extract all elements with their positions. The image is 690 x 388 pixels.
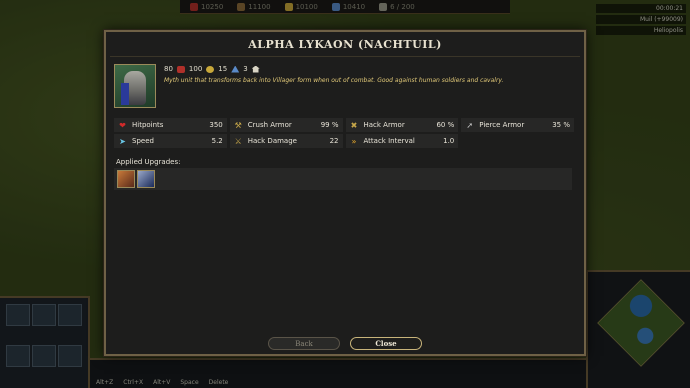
stat-label: Crush Armor — [247, 121, 292, 129]
stat-empty — [461, 134, 574, 148]
stat-value: 99 % — [320, 121, 339, 129]
stat-label: Hack Armor — [363, 121, 405, 129]
unit-portrait — [114, 64, 156, 108]
crush-armor-icon: ⚒ — [234, 120, 242, 130]
close-button[interactable]: Close — [350, 337, 422, 350]
favor-cost-value: 3 — [243, 65, 248, 73]
upgrades-label: Applied Upgrades: — [116, 158, 181, 166]
gold-cost-value: 15 — [218, 65, 228, 73]
wood-cost-value: 100 — [188, 65, 203, 73]
unit-description: Myth unit that transforms back into Vill… — [164, 77, 504, 84]
heart-icon: ❤ — [119, 120, 126, 130]
stat-label: Speed — [132, 137, 154, 145]
stat-label: Attack Interval — [363, 137, 415, 145]
stat-attack-interval: » Attack Interval 1.0 — [345, 134, 459, 148]
hack-damage-icon: ⚔ — [234, 136, 242, 146]
pierce-armor-icon: ➚ — [466, 120, 474, 130]
stat-value: 60 % — [436, 121, 455, 129]
stat-value: 350 — [209, 121, 223, 129]
stat-label: Hack Damage — [247, 137, 297, 145]
stats-grid: ❤ Hitpoints 350 ⚒ Crush Armor 99 % ✖ Hac… — [114, 118, 574, 148]
stat-value: 22 — [329, 137, 339, 145]
stat-label: Pierce Armor — [479, 121, 525, 129]
unit-cost: 80 100 15 3 — [164, 65, 260, 73]
unit-info-dialog: ALPHA LYKAON (NACHTUIL) 80 100 15 3 Myth… — [104, 30, 586, 356]
stat-label: Hitpoints — [132, 121, 164, 129]
stat-value: 35 % — [552, 121, 570, 129]
stat-crush-armor: ⚒ Crush Armor 99 % — [229, 118, 343, 132]
favor-icon — [231, 65, 240, 73]
dialog-title: ALPHA LYKAON (NACHTUIL) — [248, 38, 442, 51]
upgrade-wolf-icon[interactable] — [137, 170, 155, 188]
stat-hack-damage: ⚔ Hack Damage 22 — [229, 134, 343, 148]
upgrades-row — [114, 168, 572, 190]
stat-value: 5.2 — [211, 137, 223, 145]
attack-interval-icon: » — [351, 136, 357, 146]
food-cost-value: 80 — [164, 65, 173, 73]
upgrade-claw-icon[interactable] — [117, 170, 135, 188]
stat-value: 1.0 — [443, 137, 455, 145]
hack-armor-icon: ✖ — [350, 120, 358, 130]
population-icon — [251, 65, 260, 73]
stat-speed: ➤ Speed 5.2 — [114, 134, 227, 148]
speed-icon: ➤ — [119, 136, 126, 146]
gold-icon — [206, 65, 215, 73]
back-button[interactable]: Back — [268, 337, 340, 350]
food-icon — [176, 65, 185, 73]
stat-hack-armor: ✖ Hack Armor 60 % — [345, 118, 459, 132]
title-divider — [110, 56, 580, 57]
stat-hitpoints: ❤ Hitpoints 350 — [114, 118, 227, 132]
lykaon-cape — [121, 83, 129, 105]
stat-pierce-armor: ➚ Pierce Armor 35 % — [461, 118, 574, 132]
